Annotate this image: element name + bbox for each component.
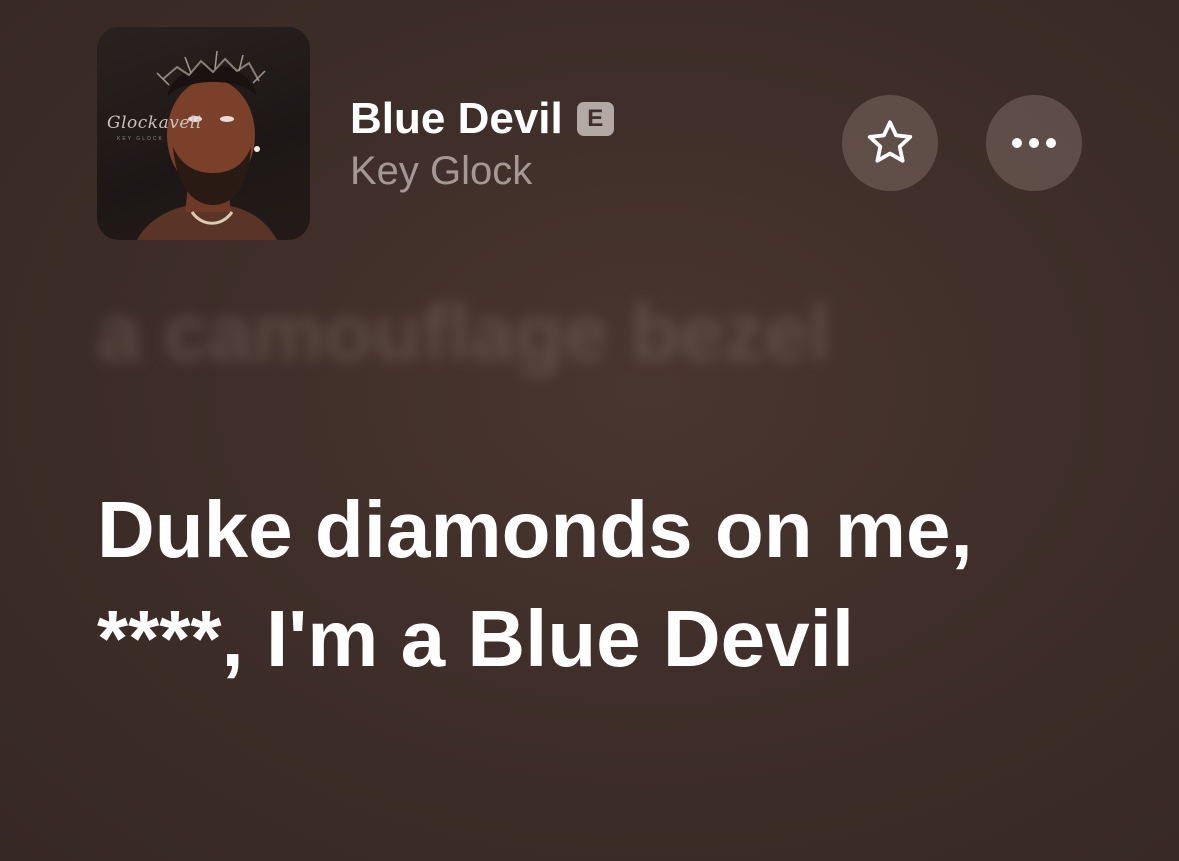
artist-name[interactable]: Key Glock xyxy=(350,147,614,195)
track-info[interactable]: Blue Devil E Key Glock xyxy=(350,95,614,195)
now-playing-header: Glockaveli KEY GLOCK Blue Devil E Key Gl… xyxy=(97,27,1087,242)
ellipsis-icon xyxy=(1012,138,1056,148)
title-row: Blue Devil E xyxy=(350,95,614,143)
song-title: Blue Devil xyxy=(350,94,563,143)
favorite-button[interactable] xyxy=(842,95,938,191)
album-artwork-title: Glockaveli xyxy=(107,113,202,133)
current-lyric-line[interactable]: Duke diamonds on me, ****, I'm a Blue De… xyxy=(97,475,1017,693)
explicit-badge: E xyxy=(576,102,614,136)
more-options-button[interactable] xyxy=(986,95,1082,191)
previous-lyric-line[interactable]: a camouflage bezel xyxy=(97,288,831,378)
album-artwork[interactable]: Glockaveli KEY GLOCK xyxy=(97,27,310,240)
album-artwork-subtitle: KEY GLOCK xyxy=(117,136,164,142)
album-artwork-portrait xyxy=(137,50,277,240)
star-outline-icon xyxy=(867,120,913,163)
